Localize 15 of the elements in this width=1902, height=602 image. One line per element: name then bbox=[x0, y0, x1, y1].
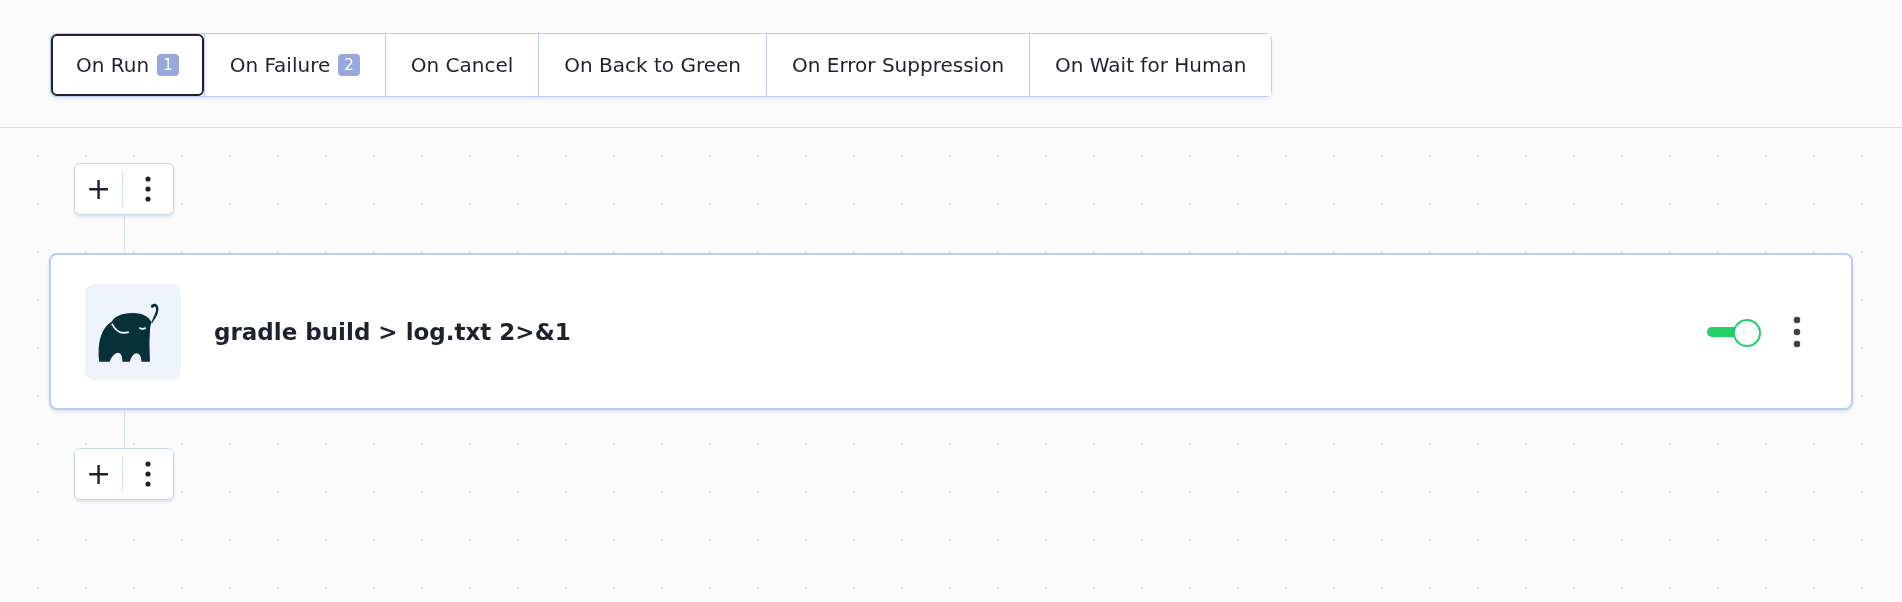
tab[interactable]: On Error Suppression bbox=[766, 34, 1030, 96]
count-badge: 1 bbox=[157, 54, 179, 76]
tab[interactable]: On Run 1 bbox=[51, 34, 204, 96]
count-badge: 2 bbox=[338, 54, 360, 76]
more-icon bbox=[1793, 315, 1801, 348]
elephant-icon bbox=[85, 283, 181, 380]
tab[interactable]: On Failure 2 bbox=[203, 34, 385, 96]
step-command: gradle build > log.txt 2>&1 bbox=[214, 318, 572, 345]
tab[interactable]: On Back to Green bbox=[538, 34, 767, 96]
tab[interactable]: On Cancel bbox=[384, 34, 539, 96]
more-icon bbox=[145, 461, 151, 487]
add-button[interactable]: + bbox=[75, 171, 123, 207]
tab[interactable]: On Wait for Human bbox=[1029, 34, 1272, 96]
add-button[interactable]: + bbox=[75, 456, 123, 492]
more-icon bbox=[145, 176, 151, 202]
